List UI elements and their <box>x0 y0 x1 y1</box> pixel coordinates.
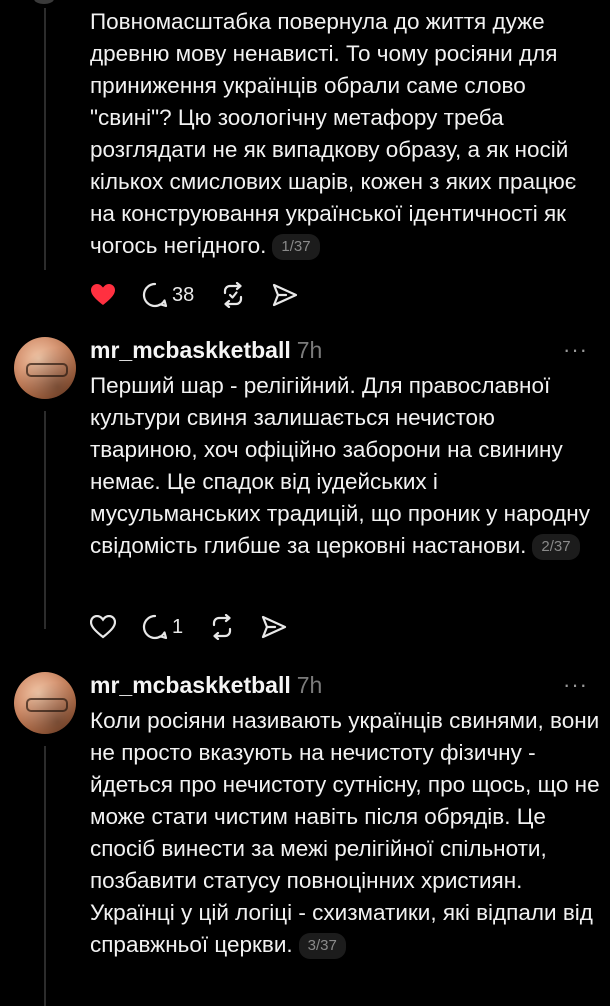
like-button[interactable] <box>90 615 116 639</box>
heart-icon <box>90 615 116 639</box>
reply-count: 1 <box>172 615 184 638</box>
avatar[interactable] <box>14 337 76 399</box>
repost-button[interactable] <box>209 614 235 640</box>
reply-button[interactable]: 38 <box>142 282 194 308</box>
speech-bubble-icon <box>142 282 168 308</box>
avatar[interactable] <box>14 672 76 734</box>
post-time: 7h <box>296 337 323 363</box>
like-button[interactable] <box>90 283 116 307</box>
thread-pager: 1/37 <box>272 234 320 260</box>
thread-pager: 2/37 <box>532 534 580 560</box>
speech-bubble-icon <box>142 614 168 640</box>
username[interactable]: mr_mcbaskketball 7h <box>90 672 322 699</box>
post-text: Повномасштабка повернула до життя дуже д… <box>90 6 600 262</box>
more-dots-icon[interactable]: ··· <box>563 672 588 698</box>
reply-button[interactable]: 1 <box>142 614 183 640</box>
post-actions: 1 <box>90 612 313 642</box>
reply-count: 38 <box>172 283 195 306</box>
post-body: Перший шар - релігійний. Для православно… <box>90 373 590 558</box>
username-text: mr_mcbaskketball <box>90 672 291 698</box>
post-body: Коли росіяни називають українців свинями… <box>90 708 600 957</box>
post-time: 7h <box>296 672 323 698</box>
username[interactable]: mr_mcbaskketball 7h <box>90 337 322 364</box>
previous-avatar-edge <box>34 0 54 4</box>
repost-icon <box>213 614 232 640</box>
thread-line <box>44 411 46 629</box>
heart-icon <box>91 284 115 305</box>
share-button[interactable] <box>272 283 298 307</box>
post-body: Повномасштабка повернула до життя дуже д… <box>90 9 577 258</box>
post-actions: 38 <box>90 280 324 310</box>
thread-pager: 3/37 <box>298 933 346 959</box>
username-text: mr_mcbaskketball <box>90 337 291 363</box>
post-text: Коли росіяни називають українців свинями… <box>90 705 600 961</box>
thread-line <box>44 8 46 270</box>
repost-icon <box>224 282 243 308</box>
post-text: Перший шар - релігійний. Для православно… <box>90 370 600 562</box>
share-button[interactable] <box>261 615 287 639</box>
paper-plane-icon <box>262 615 287 639</box>
more-dots-icon[interactable]: ··· <box>563 337 588 363</box>
thread-line <box>44 746 46 1006</box>
paper-plane-icon <box>273 283 298 307</box>
repost-button[interactable] <box>220 282 246 308</box>
